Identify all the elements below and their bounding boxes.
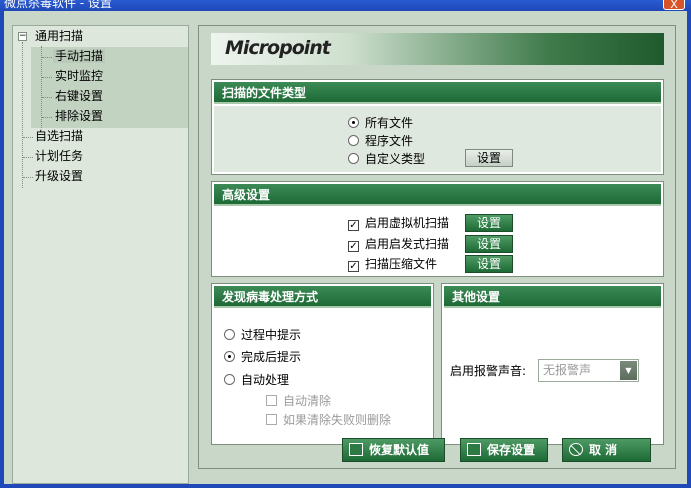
close-button[interactable]: X [663, 0, 685, 11]
sidebar-item-label: 升级设置 [35, 169, 84, 183]
collapse-toggle-icon[interactable]: − [18, 32, 27, 41]
advanced-settings-panel: 高级设置 ✓ 启用虚拟机扫描 设置 ✓ 启用启发式扫描 设置 ✓ 扫描压缩文件 设置 [211, 181, 664, 277]
sidebar-item-label: 右键设置 [55, 89, 104, 103]
panel-title: 发现病毒处理方式 [214, 286, 431, 308]
button-label: 保存设置 [487, 443, 536, 457]
radio-program-files[interactable]: 程序文件 [348, 132, 413, 150]
sidebar-item-update-settings[interactable]: 升级设置 [33, 166, 85, 186]
cancel-icon [569, 443, 583, 456]
radio-label: 程序文件 [365, 134, 414, 148]
panel-title: 扫描的文件类型 [214, 82, 661, 104]
sidebar-item-label: 自选扫描 [35, 129, 84, 143]
sidebar-item-label: 实时监控 [55, 69, 104, 83]
sidebar-item-exclusions[interactable]: 排除设置 [53, 106, 105, 126]
sidebar-item-label: 排除设置 [55, 109, 104, 123]
radio-prompt-after-scan[interactable]: 完成后提示 [224, 348, 301, 366]
radio-prompt-during-scan[interactable]: 过程中提示 [224, 326, 301, 344]
radio-label: 自动处理 [241, 373, 290, 387]
checkbox-label: 启用启发式扫描 [365, 237, 450, 251]
radio-selected-icon [224, 351, 235, 362]
checkbox-auto-clean[interactable]: 自动清除 [266, 392, 331, 410]
checkbox-label: 如果清除失败则删除 [283, 413, 392, 427]
sidebar-item-custom-scan[interactable]: 自选扫描 [33, 126, 85, 146]
radio-selected-icon [348, 117, 359, 128]
tree-line [41, 46, 42, 128]
title-bar: 微点杀毒软件 - 设置 X [0, 0, 691, 11]
other-settings-panel: 其他设置 启用报警声音: 无报警声 ▼ [441, 283, 664, 445]
save-icon [467, 443, 481, 456]
checkbox-icon [266, 395, 277, 406]
checkbox-delete-if-clean-fails[interactable]: 如果清除失败则删除 [266, 411, 391, 429]
sidebar-item-label: 通用扫描 [35, 29, 84, 43]
sidebar-item-label: 计划任务 [35, 149, 84, 163]
radio-label: 完成后提示 [241, 350, 302, 364]
settings-window: − 通用扫描 手动扫描 实时监控 右键设置 排除设置 自选扫描 计划任务 升级设 [0, 11, 691, 488]
select-value: 无报警声 [543, 363, 592, 377]
virus-handling-panel: 发现病毒处理方式 过程中提示 完成后提示 自动处理 自动清除 如果清除失败则删除 [211, 283, 434, 445]
tree-line [23, 137, 33, 138]
archive-scan-settings-button[interactable]: 设置 [465, 255, 513, 273]
sidebar-item-general-scan[interactable]: 通用扫描 [33, 26, 85, 46]
sidebar-item-manual-scan[interactable]: 手动扫描 [53, 46, 106, 66]
checkbox-label: 自动清除 [283, 394, 332, 408]
sidebar-item-realtime-monitor[interactable]: 实时监控 [53, 66, 105, 86]
checkbox-heuristic-scan[interactable]: ✓ 启用启发式扫描 [348, 235, 449, 253]
alarm-sound-select[interactable]: 无报警声 ▼ [538, 359, 639, 382]
settings-main-panel: Micropoint 扫描的文件类型 所有文件 程序文件 自定义类型 设置 高级… [198, 25, 676, 469]
tree-line [22, 42, 23, 188]
tree-line [42, 117, 52, 118]
window-title: 微点杀毒软件 - 设置 [4, 0, 112, 10]
radio-all-files[interactable]: 所有文件 [348, 114, 413, 132]
checkbox-label: 启用虚拟机扫描 [365, 216, 450, 230]
heuristic-scan-settings-button[interactable]: 设置 [465, 235, 513, 253]
radio-label: 自定义类型 [365, 152, 426, 166]
chevron-down-icon[interactable]: ▼ [620, 361, 637, 380]
tree-line [42, 57, 52, 58]
restore-defaults-button[interactable]: 恢复默认值 [342, 438, 445, 462]
sidebar-item-scheduled-tasks[interactable]: 计划任务 [33, 146, 85, 166]
radio-icon [348, 135, 359, 146]
radio-icon [348, 153, 359, 164]
tree-line [23, 177, 33, 178]
radio-icon [224, 374, 235, 385]
panel-body: ✓ 启用虚拟机扫描 设置 ✓ 启用启发式扫描 设置 ✓ 扫描压缩文件 设置 [214, 208, 661, 274]
tree-line [23, 157, 33, 158]
checkbox-label: 扫描压缩文件 [365, 257, 438, 271]
checkbox-icon [266, 414, 277, 425]
file-types-panel: 扫描的文件类型 所有文件 程序文件 自定义类型 设置 [211, 79, 664, 175]
panel-title: 其他设置 [444, 286, 661, 308]
panel-body: 过程中提示 完成后提示 自动处理 自动清除 如果清除失败则删除 [214, 310, 431, 442]
micropoint-logo: Micropoint [225, 37, 331, 59]
button-label: 取 消 [589, 443, 618, 457]
radio-label: 过程中提示 [241, 328, 302, 342]
tree-line [42, 77, 52, 78]
alarm-sound-label: 启用报警声音: [450, 364, 527, 378]
brand-banner: Micropoint [211, 33, 664, 65]
sidebar-tree: − 通用扫描 手动扫描 实时监控 右键设置 排除设置 自选扫描 计划任务 升级设 [12, 25, 189, 484]
tree-line [42, 97, 52, 98]
custom-types-settings-button[interactable]: 设置 [465, 149, 513, 167]
checkmark-icon: ✓ [348, 241, 359, 252]
panel-body: 启用报警声音: 无报警声 ▼ [444, 310, 661, 442]
checkmark-icon: ✓ [348, 220, 359, 231]
save-settings-button[interactable]: 保存设置 [460, 438, 548, 462]
restore-icon [349, 443, 363, 456]
panel-title: 高级设置 [214, 184, 661, 206]
radio-custom-types[interactable]: 自定义类型 [348, 150, 425, 168]
checkbox-virtual-machine-scan[interactable]: ✓ 启用虚拟机扫描 [348, 214, 449, 232]
vm-scan-settings-button[interactable]: 设置 [465, 214, 513, 232]
sidebar-item-context-menu[interactable]: 右键设置 [53, 86, 105, 106]
cancel-button[interactable]: 取 消 [562, 438, 651, 462]
button-label: 恢复默认值 [369, 443, 430, 457]
sidebar-item-label: 手动扫描 [53, 49, 106, 63]
panel-body: 所有文件 程序文件 自定义类型 设置 [214, 106, 661, 172]
radio-icon [224, 329, 235, 340]
radio-auto-handle[interactable]: 自动处理 [224, 371, 289, 389]
checkbox-scan-archives[interactable]: ✓ 扫描压缩文件 [348, 255, 437, 273]
radio-label: 所有文件 [365, 116, 414, 130]
checkmark-icon: ✓ [348, 261, 359, 272]
